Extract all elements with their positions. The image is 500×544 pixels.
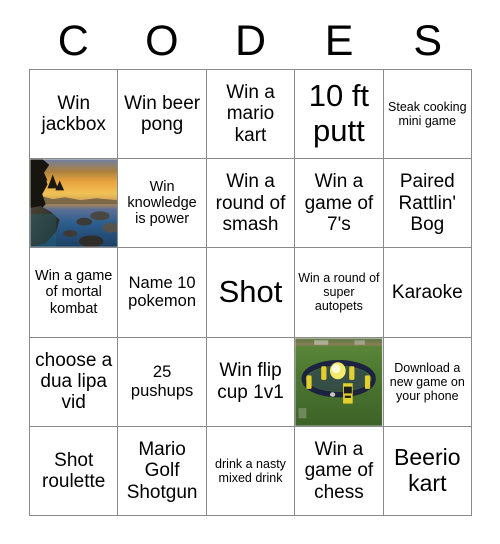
- bingo-cell[interactable]: drink a nasty mixed drink: [206, 426, 296, 516]
- bingo-header: C O D E S: [29, 14, 472, 69]
- bingo-cell-label: Win a game of mortal kombat: [35, 268, 113, 317]
- bingo-card: C O D E S Win jackbox Win beer pong Win …: [0, 0, 500, 544]
- bingo-cell[interactable]: Win a game of 7's: [295, 159, 384, 249]
- bingo-cell[interactable]: Name 10 pokemon: [118, 248, 207, 338]
- bingo-cell[interactable]: Karaoke: [383, 248, 472, 338]
- bingo-cell-label: Karaoke: [391, 281, 463, 303]
- bingo-cell[interactable]: Win a game of mortal kombat: [30, 248, 119, 338]
- bingo-cell-label: Mario Golf Shotgun: [126, 438, 198, 503]
- bingo-cell-label: Win beer pong: [124, 92, 201, 136]
- header-letter-d: D: [234, 17, 267, 65]
- bingo-cell-label: 10 ft putt: [308, 78, 370, 149]
- bingo-cell-label: Paired Rattlin' Bog: [398, 171, 457, 235]
- bingo-cell[interactable]: Mario Golf Shotgun: [118, 426, 207, 516]
- bingo-cell[interactable]: Win a round of smash: [206, 159, 296, 249]
- bingo-cell[interactable]: Win knowledge is power: [118, 159, 207, 249]
- bingo-cell-label: Win knowledge is power: [127, 178, 197, 228]
- header-letter-c: C: [57, 17, 89, 65]
- bingo-cell[interactable]: Win beer pong: [118, 70, 207, 160]
- bingo-cell[interactable]: Beerio kart: [383, 426, 472, 516]
- bingo-cell-label: Shot: [218, 274, 283, 310]
- bingo-cell-label: Win jackbox: [41, 92, 106, 136]
- bingo-cell-label: Win a mario kart: [226, 82, 275, 146]
- bingo-cell-label: Win a game of 7's: [304, 171, 374, 235]
- bingo-cell[interactable]: Win jackbox: [30, 70, 119, 160]
- bingo-cell-label: Beerio kart: [394, 444, 461, 496]
- sunset-lake-photo: [30, 159, 118, 248]
- bingo-cell[interactable]: Win a round of super autopets: [295, 248, 384, 338]
- spikeball-photo: [295, 337, 383, 426]
- bingo-cell[interactable]: 25 pushups: [118, 337, 207, 427]
- bingo-cell-label: choose a dua lipa vid: [35, 349, 113, 414]
- bingo-cell-label: drink a nasty mixed drink: [215, 456, 286, 485]
- bingo-cell[interactable]: Steak cooking mini game: [383, 70, 472, 160]
- bingo-cell[interactable]: Win flip cup 1v1: [206, 337, 296, 427]
- bingo-cell-label: Steak cooking mini game: [388, 100, 467, 129]
- header-letter-e: E: [324, 17, 354, 65]
- bingo-cell[interactable]: Win a mario kart: [206, 70, 296, 160]
- bingo-cell[interactable]: 10 ft putt: [295, 70, 384, 160]
- bingo-cell-label: 25 pushups: [130, 363, 194, 400]
- bingo-cell-label: Win a game of chess: [304, 438, 374, 503]
- bingo-cell-label: Win flip cup 1v1: [217, 360, 284, 403]
- bingo-cell[interactable]: choose a dua lipa vid: [30, 337, 119, 427]
- bingo-cell-label: Shot roulette: [42, 449, 106, 492]
- bingo-grid: Win jackbox Win beer pong Win a mario ka…: [29, 69, 472, 516]
- bingo-cell-label: Win a round of smash: [215, 171, 286, 235]
- bingo-cell[interactable]: Shot: [206, 248, 296, 338]
- bingo-cell[interactable]: Download a new game on your phone: [383, 337, 472, 427]
- bingo-cell[interactable]: Paired Rattlin' Bog: [383, 159, 472, 249]
- bingo-cell[interactable]: [295, 337, 384, 427]
- header-letter-o: O: [145, 17, 179, 65]
- bingo-cell[interactable]: Shot roulette: [30, 426, 119, 516]
- bingo-cell[interactable]: [30, 159, 119, 249]
- bingo-cell-label: Name 10 pokemon: [128, 274, 197, 311]
- header-letter-s: S: [413, 17, 443, 65]
- bingo-cell[interactable]: Win a game of chess: [295, 426, 384, 516]
- bingo-cell-label: Win a round of super autopets: [298, 271, 380, 314]
- bingo-cell-label: Download a new game on your phone: [389, 360, 465, 403]
